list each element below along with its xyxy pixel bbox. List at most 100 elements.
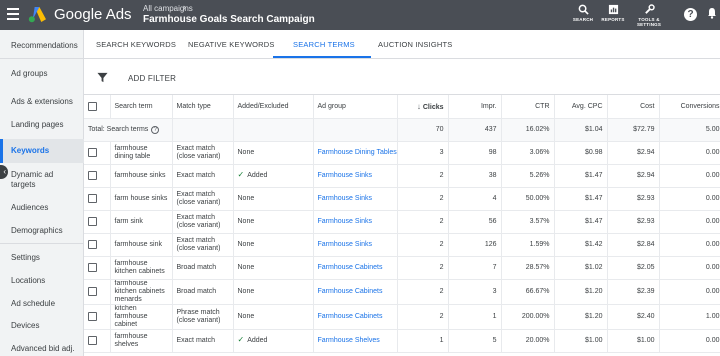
sidebar-item-locations[interactable]: Locations [0, 276, 84, 286]
bell-icon[interactable] [707, 7, 717, 22]
cost-cell: $2.40 [607, 304, 660, 330]
ad-group-link[interactable]: Farmhouse Cabinets [313, 279, 398, 305]
ctr-cell: 1.59% [501, 233, 555, 257]
column-header-match-type[interactable]: Match type [172, 95, 234, 119]
sidebar-item-dynamic-ad-targets[interactable]: Dynamic ad targets [0, 170, 60, 190]
added-excluded-cell: None [233, 210, 314, 234]
total-label: Total: Search terms [88, 125, 149, 133]
row-checkbox[interactable] [88, 147, 97, 157]
tab-bar: SEARCH KEYWORDS NEGATIVE KEYWORDS SEARCH… [84, 30, 720, 59]
added-excluded-cell: None [233, 279, 314, 305]
ad-group-link[interactable]: Farmhouse Cabinets [313, 256, 398, 280]
row-checkbox[interactable] [88, 286, 97, 296]
sidebar-item-landing-pages[interactable]: Landing pages [0, 120, 84, 130]
search-term-cell: farmhouse shelves [110, 329, 173, 353]
help-icon[interactable]: ? [684, 8, 697, 21]
search-term-cell: farm house sinks [110, 187, 173, 211]
sidebar: Recommendations Ad groups Ads & extensio… [0, 30, 84, 356]
menu-icon[interactable] [7, 8, 19, 20]
cost-cell: $2.39 [607, 279, 660, 305]
added-status: None [237, 148, 255, 156]
conversions-cell: 0.00 [659, 210, 720, 234]
tab-auction-insights[interactable]: AUCTION INSIGHTS [378, 40, 452, 49]
tools-settings-button[interactable]: TOOLS & SETTINGS [634, 4, 664, 27]
app-title: Google Ads [54, 6, 132, 23]
total-ctr: 16.02% [501, 118, 555, 142]
clicks-cell: 2 [397, 164, 449, 188]
tab-search-keywords[interactable]: SEARCH KEYWORDS [96, 40, 176, 49]
sidebar-divider [0, 58, 84, 59]
reports-icon [600, 4, 626, 17]
sidebar-item-devices[interactable]: Devices [0, 321, 84, 331]
clicks-cell: 1 [397, 329, 449, 353]
check-icon: ✓ [237, 335, 245, 344]
ad-group-link[interactable]: Farmhouse Dining Tables [313, 141, 398, 165]
ctr-cell: 28.57% [501, 256, 555, 280]
ad-group-link[interactable]: Farmhouse Shelves [313, 329, 398, 353]
row-checkbox[interactable] [88, 335, 97, 345]
impr-cell: 98 [448, 141, 502, 165]
campaign-title[interactable]: Farmhouse Goals Search Campaign [143, 14, 315, 25]
column-header-search-term[interactable]: Search term [110, 95, 173, 119]
add-filter-button[interactable]: ADD FILTER [128, 74, 176, 83]
avg-cpc-cell: $1.42 [554, 233, 608, 257]
sidebar-item-keywords[interactable]: Keywords [0, 139, 84, 163]
row-checkbox[interactable] [88, 170, 97, 180]
row-select-cell [84, 304, 111, 330]
added-excluded-cell: ✓ Added [233, 329, 314, 353]
cost-cell: $2.05 [607, 256, 660, 280]
column-header-conversions[interactable]: Conversions [659, 95, 720, 119]
avg-cpc-cell: $1.00 [554, 329, 608, 353]
row-select-cell [84, 279, 111, 305]
column-header-ctr[interactable]: CTR [501, 95, 555, 119]
row-checkbox[interactable] [88, 216, 97, 226]
row-checkbox[interactable] [88, 262, 97, 272]
sidebar-item-audiences[interactable]: Audiences [0, 203, 84, 213]
table-row: kitchen farmhouse cabinet Phrase match (c… [84, 304, 720, 330]
tab-negative-keywords[interactable]: NEGATIVE KEYWORDS [188, 40, 275, 49]
row-checkbox[interactable] [88, 193, 97, 203]
ad-group-link[interactable]: Farmhouse Sinks [313, 187, 398, 211]
column-header-added-excluded[interactable]: Added/Excluded [233, 95, 314, 119]
sidebar-item-ad-groups[interactable]: Ad groups [0, 69, 84, 79]
avg-cpc-cell: $1.47 [554, 164, 608, 188]
select-all-checkbox[interactable] [88, 101, 97, 111]
column-header-avg-cpc[interactable]: Avg. CPC [554, 95, 608, 119]
ad-group-link[interactable]: Farmhouse Cabinets [313, 304, 398, 330]
column-header-clicks[interactable]: ↓ Clicks [397, 95, 449, 119]
column-header-cost[interactable]: Cost [607, 95, 660, 119]
cost-cell: $2.94 [607, 164, 660, 188]
ctr-cell: 200.00% [501, 304, 555, 330]
total-label-cell: Total: Search terms? [84, 118, 173, 142]
sidebar-item-demographics[interactable]: Demographics [0, 226, 84, 236]
match-type-cell: Exact match (close variant) [172, 187, 234, 211]
search-term-cell: kitchen farmhouse cabinet [110, 304, 173, 330]
match-type-cell: Exact match [172, 164, 234, 188]
ad-group-link[interactable]: Farmhouse Sinks [313, 210, 398, 234]
reports-button[interactable]: REPORTS [600, 4, 626, 22]
tab-search-terms[interactable]: SEARCH TERMS [293, 40, 355, 49]
ad-group-link[interactable]: Farmhouse Sinks [313, 233, 398, 257]
select-all-cell [84, 95, 111, 119]
row-checkbox[interactable] [88, 239, 97, 249]
sidebar-item-settings[interactable]: Settings [0, 253, 84, 263]
sidebar-item-ad-schedule[interactable]: Ad schedule [0, 299, 84, 309]
search-button[interactable]: SEARCH [572, 4, 594, 22]
row-checkbox[interactable] [88, 311, 97, 321]
search-term-cell: farmhouse sink [110, 233, 173, 257]
info-icon[interactable]: ? [151, 125, 160, 134]
ad-group-link[interactable]: Farmhouse Sinks [313, 164, 398, 188]
conversions-cell: 0.00 [659, 279, 720, 305]
sidebar-item-recommendations[interactable]: Recommendations [0, 41, 84, 51]
added-status: None [237, 312, 255, 320]
total-impr: 437 [448, 118, 502, 142]
sidebar-item-ads-extensions[interactable]: Ads & extensions [0, 97, 84, 107]
added-excluded-cell: None [233, 256, 314, 280]
column-header-ad-group[interactable]: Ad group [313, 95, 398, 119]
filter-icon[interactable] [97, 72, 108, 83]
impr-cell: 3 [448, 279, 502, 305]
column-header-impr[interactable]: Impr. [448, 95, 502, 119]
check-icon: ✓ [237, 170, 245, 179]
tools-settings-label: TOOLS & SETTINGS [636, 17, 662, 27]
sidebar-item-advanced-bid-adj[interactable]: Advanced bid adj. [0, 344, 84, 354]
